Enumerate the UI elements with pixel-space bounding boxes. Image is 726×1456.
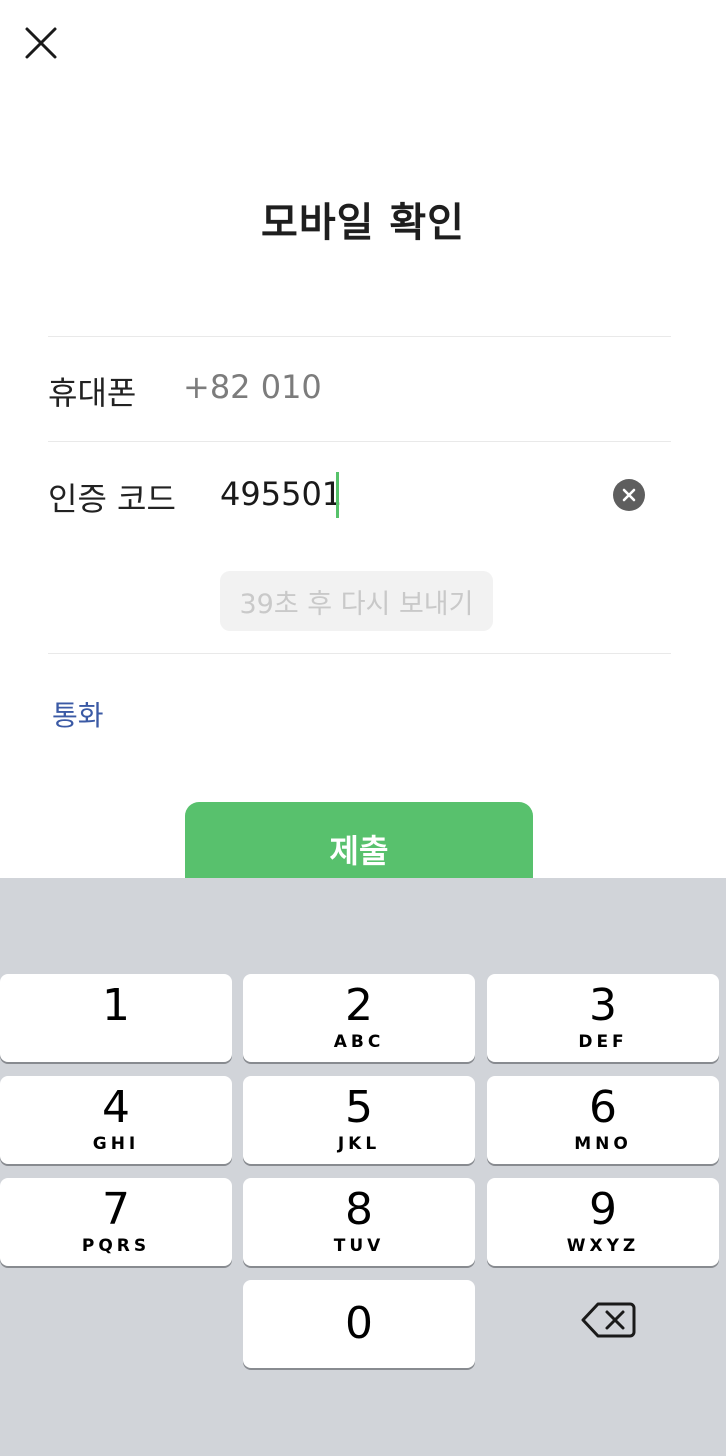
verification-code-input[interactable] bbox=[220, 472, 590, 516]
key-letters: DEF bbox=[578, 1032, 628, 1052]
key-5[interactable]: 5 JKL bbox=[243, 1076, 475, 1164]
key-letters: ABC bbox=[333, 1032, 385, 1052]
key-digit: 0 bbox=[345, 1298, 373, 1349]
key-letters: MNO bbox=[574, 1134, 632, 1154]
key-7[interactable]: 7 PQRS bbox=[0, 1178, 232, 1266]
key-8[interactable]: 8 TUV bbox=[243, 1178, 475, 1266]
text-cursor bbox=[336, 472, 339, 518]
key-letters: GHI bbox=[92, 1134, 140, 1154]
key-letters: WXYZ bbox=[566, 1236, 640, 1256]
key-digit: 3 bbox=[589, 980, 617, 1031]
key-letters: JKL bbox=[337, 1134, 381, 1154]
code-label: 인증 코드 bbox=[48, 480, 176, 518]
key-digit: 1 bbox=[102, 980, 130, 1031]
resend-code-button[interactable]: 39초 후 다시 보내기 bbox=[220, 571, 493, 631]
call-link[interactable]: 통화 bbox=[52, 694, 104, 734]
close-icon[interactable] bbox=[22, 24, 60, 62]
backspace-icon[interactable] bbox=[580, 1298, 636, 1342]
divider bbox=[48, 653, 671, 654]
phone-label: 휴대폰 bbox=[48, 374, 137, 412]
key-0[interactable]: 0 bbox=[243, 1280, 475, 1368]
key-2[interactable]: 2 ABC bbox=[243, 974, 475, 1062]
key-letters: PQRS bbox=[81, 1236, 151, 1256]
key-digit: 9 bbox=[589, 1184, 617, 1235]
clear-circle-icon[interactable] bbox=[613, 479, 645, 511]
key-9[interactable]: 9 WXYZ bbox=[487, 1178, 719, 1266]
key-6[interactable]: 6 MNO bbox=[487, 1076, 719, 1164]
key-digit: 2 bbox=[345, 980, 373, 1031]
key-digit: 4 bbox=[102, 1082, 130, 1133]
key-letters: TUV bbox=[333, 1236, 385, 1256]
numeric-keyboard bbox=[0, 878, 726, 1456]
key-digit: 7 bbox=[102, 1184, 130, 1235]
divider bbox=[48, 336, 671, 337]
key-digit: 6 bbox=[589, 1082, 617, 1133]
page-title: 모바일 확인 bbox=[261, 200, 465, 246]
key-3[interactable]: 3 DEF bbox=[487, 974, 719, 1062]
key-digit: 8 bbox=[345, 1184, 373, 1235]
key-digit: 5 bbox=[345, 1082, 373, 1133]
key-4[interactable]: 4 GHI bbox=[0, 1076, 232, 1164]
divider bbox=[48, 441, 671, 442]
key-1[interactable]: 1 bbox=[0, 974, 232, 1062]
phone-number-value: +82 010 bbox=[183, 368, 322, 406]
